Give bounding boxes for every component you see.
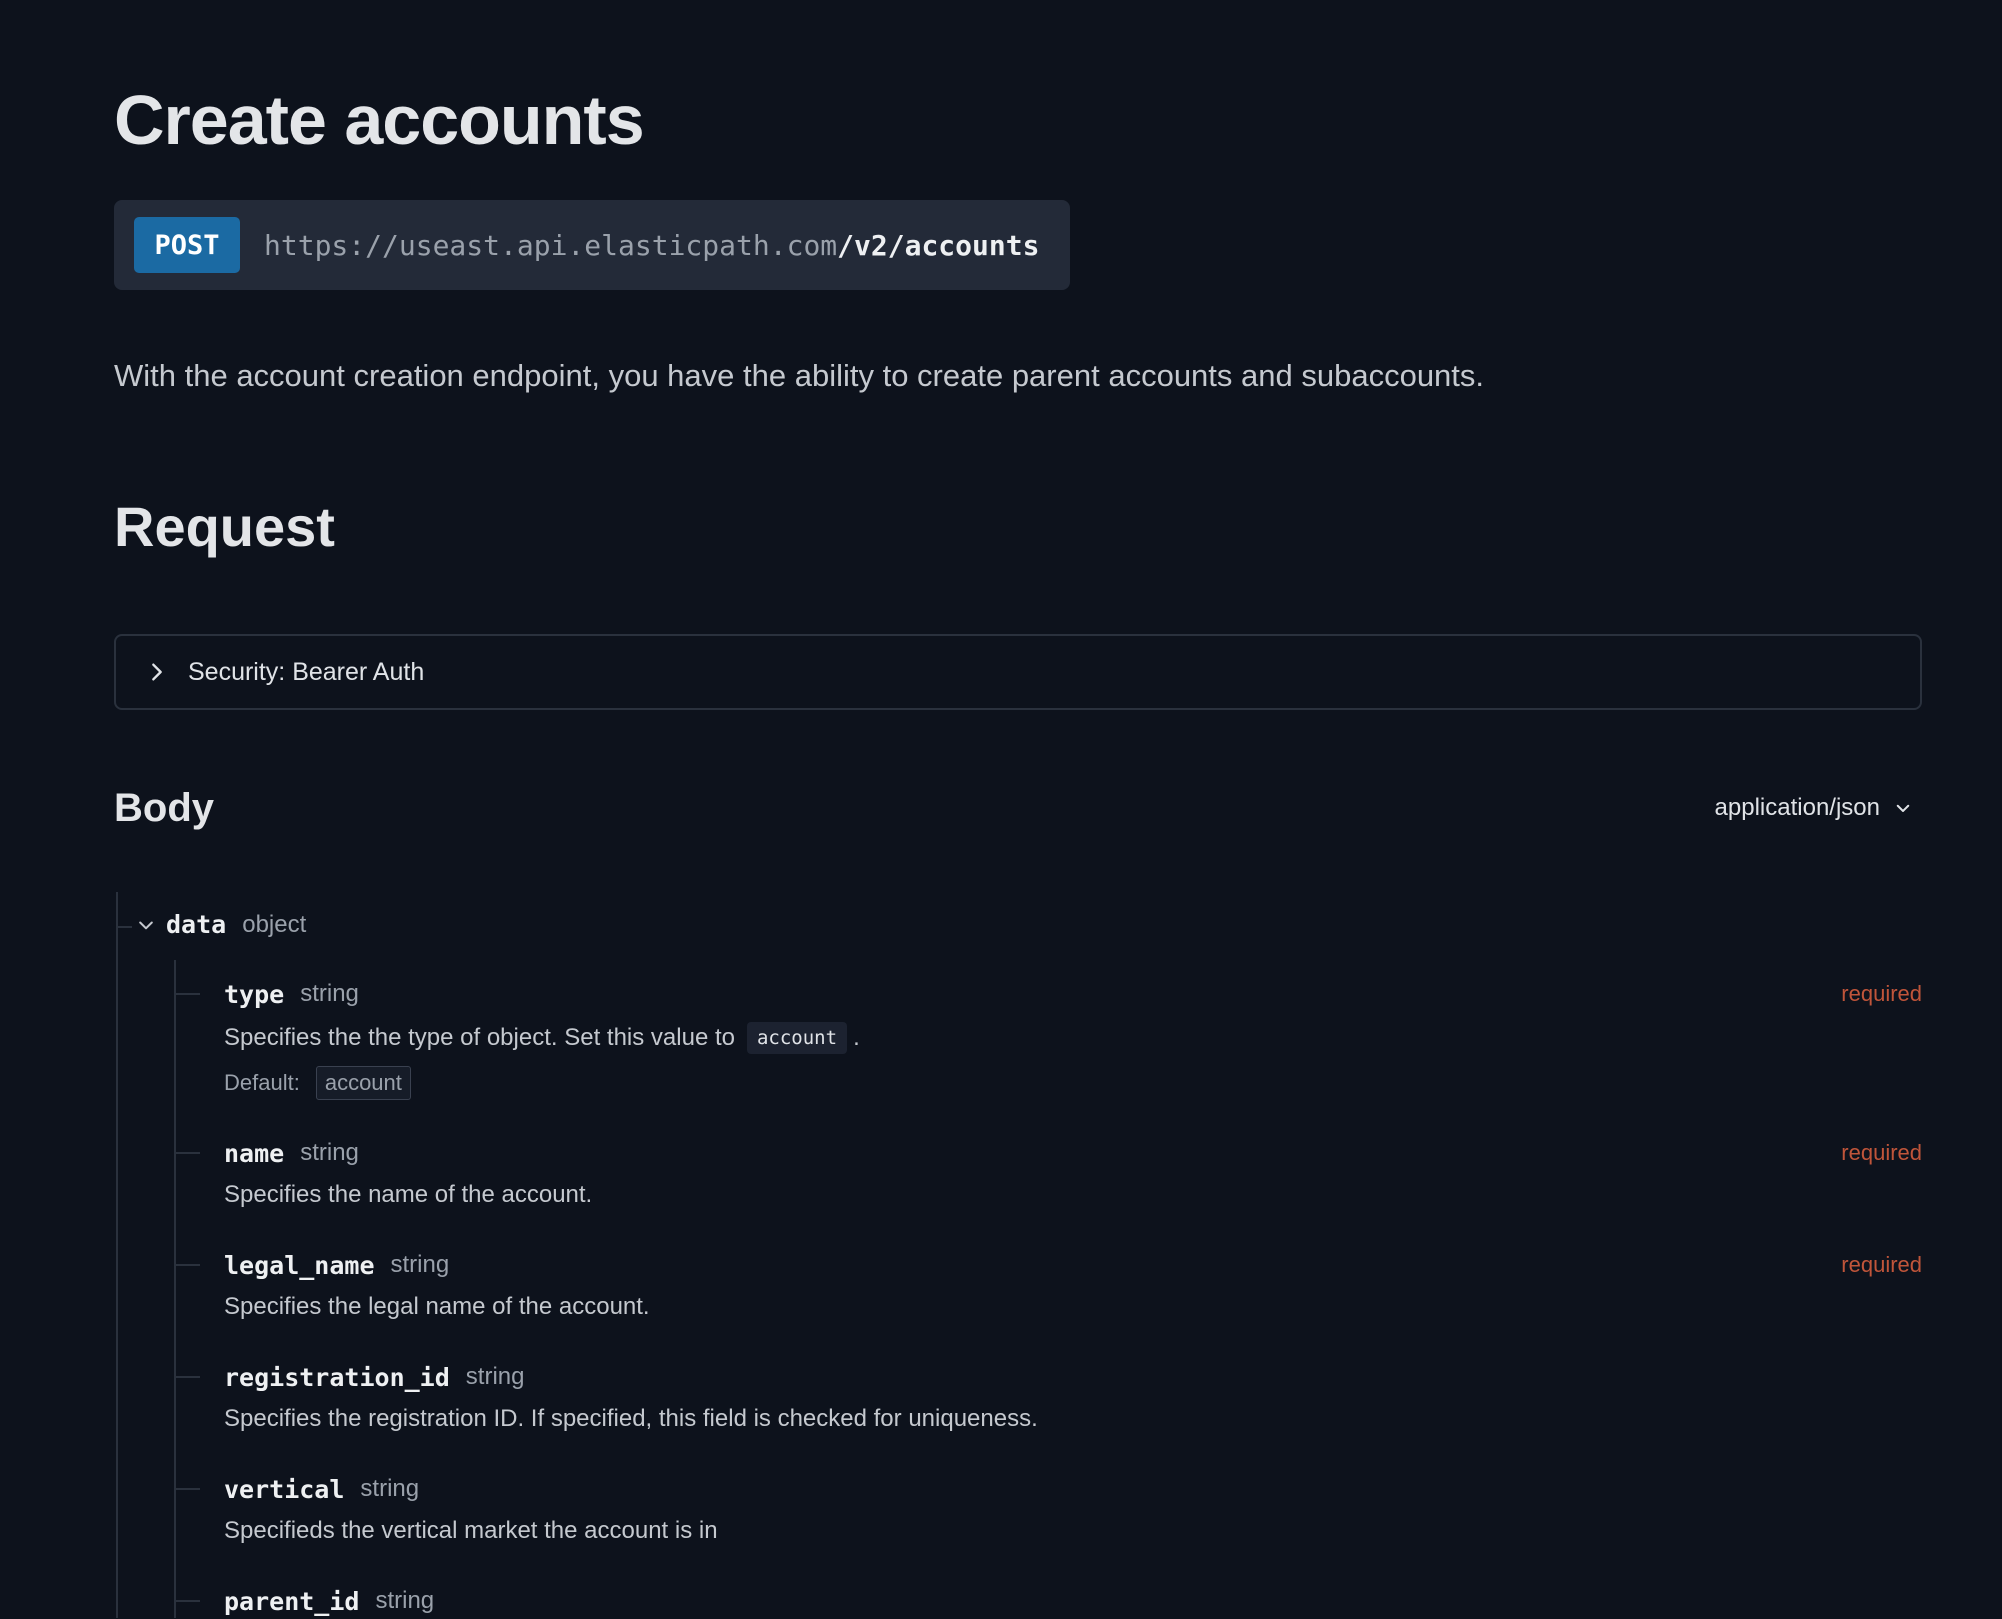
property-type: type string required Specifies the the t… — [224, 976, 1922, 1100]
property-vertical: vertical string Specifieds the vertical … — [224, 1471, 1922, 1545]
property-description-suffix: . — [853, 1024, 860, 1051]
tree-connector — [174, 1152, 200, 1154]
schema-root-row[interactable]: data object — [136, 910, 306, 939]
tree-connector — [116, 926, 132, 928]
security-label: Security: Bearer Auth — [188, 657, 425, 686]
property-name: vertical — [224, 1474, 345, 1504]
property-type-label: string — [300, 980, 359, 1007]
required-badge: required — [1841, 1140, 1922, 1165]
inline-code: account — [746, 1022, 848, 1054]
chevron-down-icon — [1896, 804, 1910, 812]
default-label: Default: — [224, 1070, 300, 1095]
property-description-text: Specifies the the type of object. Set th… — [224, 1024, 735, 1051]
schema-root-type: object — [242, 910, 307, 938]
property-description: Specifies the name of the account. — [224, 1181, 593, 1208]
method-badge: POST — [134, 217, 240, 273]
page-title: Create accounts — [114, 81, 645, 159]
property-name: legal_name — [224, 1250, 375, 1280]
content-type-dropdown[interactable]: application/json — [1715, 794, 1912, 822]
property-description: Specifies the registration ID. If specif… — [224, 1405, 1038, 1432]
property-name: name — [224, 1138, 285, 1168]
property-legal-name: legal_name string required Specifies the… — [224, 1247, 1922, 1321]
api-doc-page: Create accounts POST https://useast.api.… — [0, 0, 2002, 1618]
tree-guide-line — [174, 960, 176, 1618]
required-badge: required — [1841, 981, 1922, 1006]
tree-guide-line — [116, 892, 118, 1618]
endpoint-base-url: https://useast.api.elasticpath.com — [264, 228, 838, 262]
property-parent-id: parent_id string — [224, 1583, 1922, 1619]
property-type-label: string — [375, 1587, 435, 1614]
property-description: Specifies the the type of object. Set th… — [224, 1022, 1922, 1054]
tree-connector — [174, 1488, 200, 1490]
chevron-down-icon[interactable] — [136, 915, 156, 935]
endpoint-path: /v2/accounts — [837, 228, 1040, 262]
property-description: Specifieds the vertical market the accou… — [224, 1517, 718, 1544]
tree-connector — [174, 993, 200, 995]
property-name: registration_id — [224, 1362, 450, 1392]
property-registration-id: registration_id string Specifies the reg… — [224, 1359, 1922, 1433]
page-description: With the account creation endpoint, you … — [114, 358, 1485, 393]
property-name-field: name string required Specifies the name … — [224, 1135, 1922, 1209]
content-type-value: application/json — [1714, 794, 1880, 821]
property-type-label: string — [390, 1251, 450, 1278]
tree-connector — [174, 1264, 200, 1266]
default-value: account — [315, 1066, 411, 1100]
chevron-right-icon — [152, 663, 162, 681]
property-type-label: string — [300, 1139, 359, 1166]
property-name: parent_id — [224, 1586, 360, 1616]
required-badge: required — [1841, 1252, 1922, 1277]
body-heading: Body — [114, 786, 214, 830]
tree-connector — [174, 1600, 200, 1602]
property-description: Specifies the legal name of the account. — [224, 1293, 650, 1320]
property-name: type — [224, 979, 285, 1009]
security-collapsible[interactable]: Security: Bearer Auth — [114, 634, 1922, 710]
property-type-label: string — [360, 1475, 420, 1502]
default-row: Default: account — [224, 1066, 1922, 1100]
endpoint-bar: POST https://useast.api.elasticpath.com/… — [114, 200, 1070, 290]
property-type-label: string — [465, 1363, 525, 1390]
request-heading: Request — [114, 495, 335, 558]
tree-connector — [174, 1376, 200, 1378]
endpoint-url[interactable]: https://useast.api.elasticpath.com/v2/ac… — [264, 229, 1039, 262]
schema-root-name: data — [166, 910, 227, 939]
